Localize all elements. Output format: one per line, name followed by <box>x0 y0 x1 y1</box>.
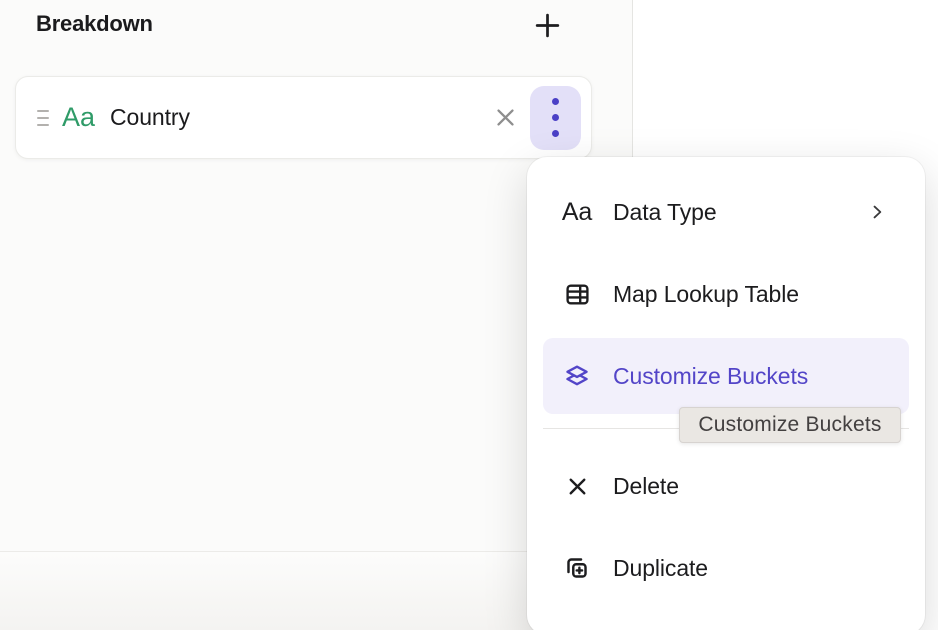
plus-icon <box>532 10 563 41</box>
menu-item-label: Data Type <box>613 199 717 226</box>
close-icon <box>492 104 519 131</box>
x-icon <box>562 474 592 499</box>
menu-item-delete[interactable]: Delete <box>527 445 925 527</box>
field-context-menu: Aa Data Type Map Lookup Table <box>527 157 925 630</box>
tooltip: Customize Buckets <box>679 407 901 443</box>
field-label: Country <box>110 104 190 131</box>
copy-plus-icon <box>562 554 592 582</box>
menu-item-label: Customize Buckets <box>613 363 808 390</box>
remove-field-button[interactable] <box>487 100 523 136</box>
text-type-icon: Aa <box>562 198 592 227</box>
field-type-icon: Aa <box>62 102 95 133</box>
menu-item-label: Delete <box>613 473 679 500</box>
drag-handle-icon[interactable] <box>37 110 49 126</box>
table-icon <box>562 281 592 308</box>
menu-item-duplicate[interactable]: Duplicate <box>527 527 925 609</box>
page-title: Breakdown <box>36 11 153 37</box>
field-menu-button[interactable] <box>530 86 581 150</box>
menu-item-data-type[interactable]: Aa Data Type <box>527 171 925 253</box>
tooltip-text: Customize Buckets <box>698 413 881 437</box>
add-breakdown-button[interactable] <box>531 9 563 41</box>
menu-item-label: Map Lookup Table <box>613 281 799 308</box>
menu-item-customize-buckets[interactable]: Customize Buckets <box>543 338 909 414</box>
vertical-dots-icon <box>552 98 559 137</box>
menu-item-map-lookup-table[interactable]: Map Lookup Table <box>527 253 925 335</box>
screen: Breakdown Aa Country <box>0 0 938 630</box>
menu-item-label: Duplicate <box>613 555 708 582</box>
breakdown-field-card: Aa Country <box>15 76 592 159</box>
chevron-right-icon <box>867 202 887 222</box>
layers-icon <box>562 362 592 390</box>
